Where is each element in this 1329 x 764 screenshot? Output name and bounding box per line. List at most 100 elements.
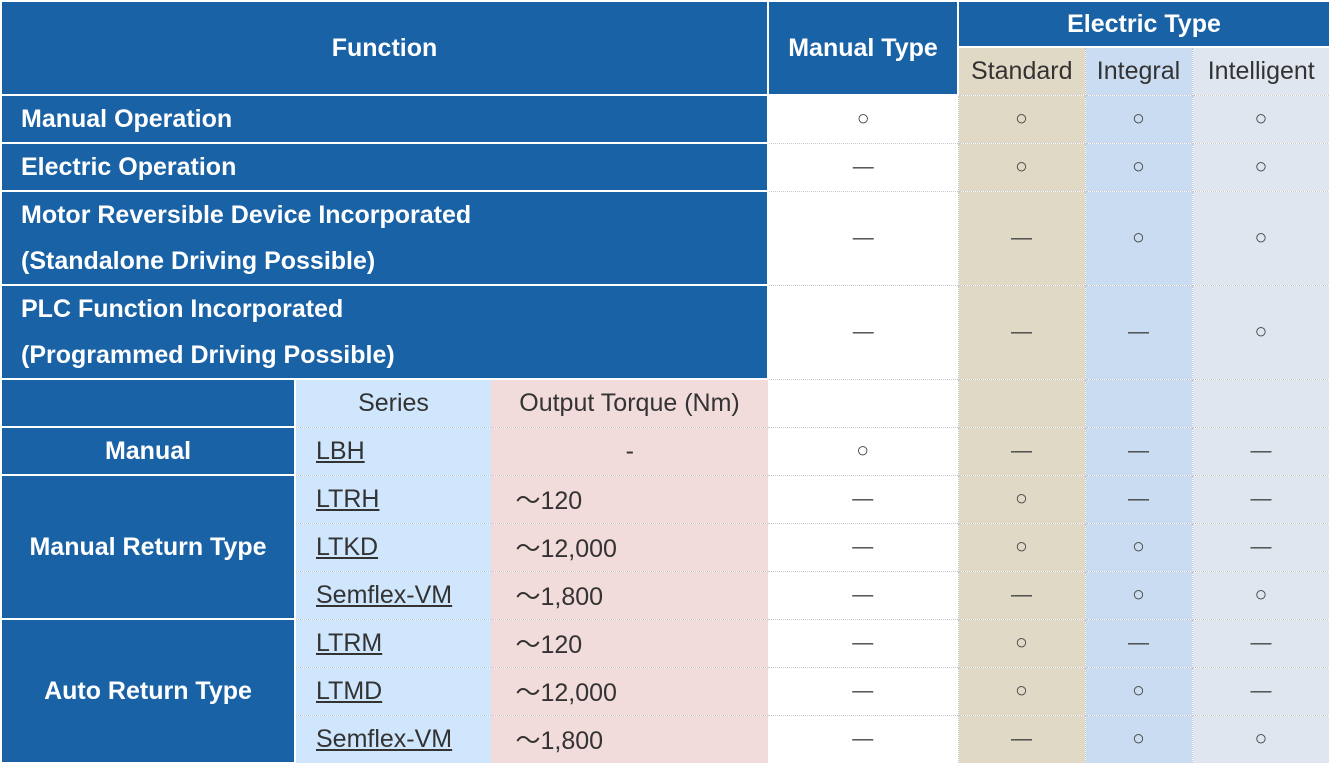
integral-value: — bbox=[1085, 284, 1193, 379]
integral-value: — bbox=[1085, 426, 1193, 475]
integral-value: ○ bbox=[1085, 666, 1193, 715]
series-row: Auto Return Type LTRM ～120— ○ — — bbox=[0, 618, 1329, 764]
intelligent-blank bbox=[1192, 378, 1329, 427]
intelligent-value: — bbox=[1192, 522, 1329, 571]
series-cell: LTRM bbox=[295, 618, 491, 667]
output-torque-value: - bbox=[490, 426, 768, 475]
standard-blank bbox=[958, 378, 1086, 427]
series-cell: LTRH bbox=[295, 474, 491, 523]
standard-value: — bbox=[958, 714, 1086, 763]
manual-type-value: — bbox=[768, 666, 959, 715]
electric-type-header: Electric Type bbox=[956, 0, 1329, 48]
standard-value: — bbox=[958, 426, 1086, 475]
standard-value: — bbox=[958, 190, 1086, 285]
integral-subheader: Integral bbox=[1085, 46, 1193, 95]
intelligent-value: ○ bbox=[1192, 94, 1329, 143]
manual-type-value: — bbox=[768, 714, 959, 763]
standard-value: — bbox=[958, 570, 1086, 619]
series-link[interactable]: LTKD bbox=[316, 533, 378, 561]
integral-value: ○ bbox=[1085, 142, 1193, 191]
integral-value: — bbox=[1085, 618, 1193, 667]
series-cell: LBH bbox=[295, 426, 491, 475]
function-label: Manual Operation bbox=[0, 94, 769, 144]
series-group-label: Manual Return Type bbox=[0, 474, 296, 620]
intelligent-value: — bbox=[1192, 666, 1329, 715]
function-row: Manual Operation ○ ○ ○ ○ bbox=[0, 94, 1329, 144]
function-label: Motor Reversible Device Incorporated (Sta… bbox=[0, 190, 769, 286]
series-link[interactable]: LTRH bbox=[316, 485, 379, 513]
output-torque-value: ～1,800 bbox=[490, 570, 768, 619]
group-header-blank bbox=[0, 378, 296, 428]
intelligent-value: ○ bbox=[1192, 570, 1329, 619]
series-group-label: Manual bbox=[0, 426, 296, 476]
function-label-line: Electric Operation bbox=[21, 153, 237, 181]
standard-value: ○ bbox=[958, 94, 1086, 143]
function-label-line: (Programmed Driving Possible) bbox=[21, 341, 395, 369]
standard-subheader: Standard bbox=[958, 46, 1086, 95]
integral-value: ○ bbox=[1085, 522, 1193, 571]
series-cell: Semflex-VM bbox=[295, 714, 491, 763]
function-row: Motor Reversible Device Incorporated (Sta… bbox=[0, 190, 1329, 286]
output-torque-value: ～12,000 bbox=[490, 522, 768, 571]
output-torque-value: ～1,800 bbox=[490, 714, 768, 763]
standard-value: — bbox=[958, 284, 1086, 379]
integral-value: ○ bbox=[1085, 714, 1193, 763]
integral-value: ○ bbox=[1085, 190, 1193, 285]
manual-type-value: — bbox=[768, 190, 959, 285]
standard-value: ○ bbox=[958, 474, 1086, 523]
output-torque-value: ～120 bbox=[490, 618, 768, 667]
standard-value: ○ bbox=[958, 142, 1086, 191]
manual-type-value: — bbox=[768, 474, 959, 523]
manual-type-blank bbox=[768, 378, 959, 427]
function-comparison-table: Function Manual Type Electric Type Stand… bbox=[0, 0, 1329, 764]
integral-value: ○ bbox=[1085, 570, 1193, 619]
series-row: Manual Return Type LTRH ～120— ○ — — bbox=[0, 474, 1329, 620]
standard-value: ○ bbox=[958, 522, 1086, 571]
integral-value: ○ bbox=[1085, 94, 1193, 143]
manual-type-value: ○ bbox=[768, 426, 959, 475]
integral-value: — bbox=[1085, 474, 1193, 523]
intelligent-value: ○ bbox=[1192, 284, 1329, 379]
standard-value: ○ bbox=[958, 666, 1086, 715]
series-cell: Semflex-VM bbox=[295, 570, 491, 619]
output-torque-value: ～120 bbox=[490, 474, 768, 523]
series-cell: LTMD bbox=[295, 666, 491, 715]
series-group-label: Auto Return Type bbox=[0, 618, 296, 764]
series-link[interactable]: LTRM bbox=[316, 629, 382, 657]
manual-type-value: — bbox=[768, 142, 959, 191]
intelligent-value: ○ bbox=[1192, 714, 1329, 763]
intelligent-value: — bbox=[1192, 426, 1329, 475]
integral-blank bbox=[1085, 378, 1193, 427]
function-label-line: (Standalone Driving Possible) bbox=[21, 247, 376, 275]
manual-type-value: — bbox=[768, 570, 959, 619]
function-label-line: Motor Reversible Device Incorporated bbox=[21, 201, 472, 229]
intelligent-value: — bbox=[1192, 618, 1329, 667]
series-column-header: Series bbox=[295, 378, 491, 427]
function-row: Electric Operation — ○ ○ ○ bbox=[0, 142, 1329, 192]
manual-type-value: — bbox=[768, 618, 959, 667]
function-label-line: PLC Function Incorporated bbox=[21, 295, 344, 323]
series-link[interactable]: Semflex-VM bbox=[316, 725, 452, 753]
manual-type-header: Manual Type bbox=[767, 0, 959, 96]
function-label-line: Manual Operation bbox=[21, 105, 233, 133]
function-header: Function bbox=[0, 0, 769, 96]
series-link[interactable]: LTMD bbox=[316, 677, 382, 705]
series-link[interactable]: Semflex-VM bbox=[316, 581, 452, 609]
function-label: PLC Function Incorporated (Programmed Dri… bbox=[0, 284, 769, 380]
series-link[interactable]: LBH bbox=[316, 437, 365, 465]
series-row: Manual LBH - ○ — — — bbox=[0, 426, 1329, 476]
output-torque-value: ～12,000 bbox=[490, 666, 768, 715]
intelligent-value: ○ bbox=[1192, 190, 1329, 285]
standard-value: ○ bbox=[958, 618, 1086, 667]
function-row: PLC Function Incorporated (Programmed Dri… bbox=[0, 284, 1329, 380]
function-label: Electric Operation bbox=[0, 142, 769, 192]
manual-type-value: ○ bbox=[768, 94, 959, 143]
manual-type-value: — bbox=[768, 284, 959, 379]
series-cell: LTKD bbox=[295, 522, 491, 571]
intelligent-value: — bbox=[1192, 474, 1329, 523]
manual-type-value: — bbox=[768, 522, 959, 571]
series-header-row: Series Output Torque (Nm) bbox=[0, 378, 1329, 428]
intelligent-value: ○ bbox=[1192, 142, 1329, 191]
intelligent-subheader: Intelligent bbox=[1192, 46, 1329, 95]
output-torque-column-header: Output Torque (Nm) bbox=[491, 378, 768, 427]
